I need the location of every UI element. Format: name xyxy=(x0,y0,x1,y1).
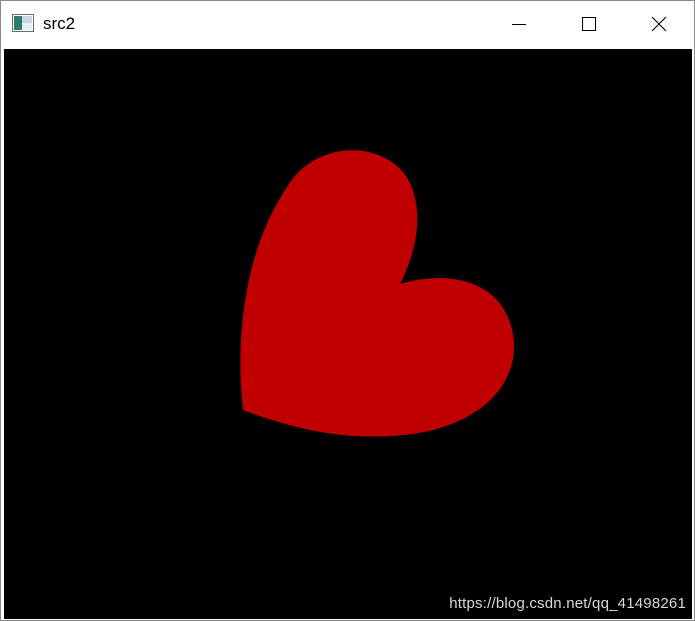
close-button[interactable] xyxy=(636,1,682,47)
watermark-text: https://blog.csdn.net/qq_41498261 xyxy=(449,595,686,612)
close-icon xyxy=(651,16,667,32)
image-canvas: https://blog.csdn.net/qq_41498261 xyxy=(4,49,692,619)
app-window-icon xyxy=(12,14,34,32)
window-title: src2 xyxy=(43,14,76,33)
minimize-icon xyxy=(512,17,526,31)
minimize-button[interactable] xyxy=(496,1,542,47)
image-window: src2 https://blog.csdn.net/qq_41498261 xyxy=(0,0,695,621)
heart-shape xyxy=(240,150,515,437)
maximize-button[interactable] xyxy=(566,1,612,47)
maximize-icon xyxy=(582,17,596,31)
title-bar[interactable]: src2 xyxy=(1,1,694,47)
